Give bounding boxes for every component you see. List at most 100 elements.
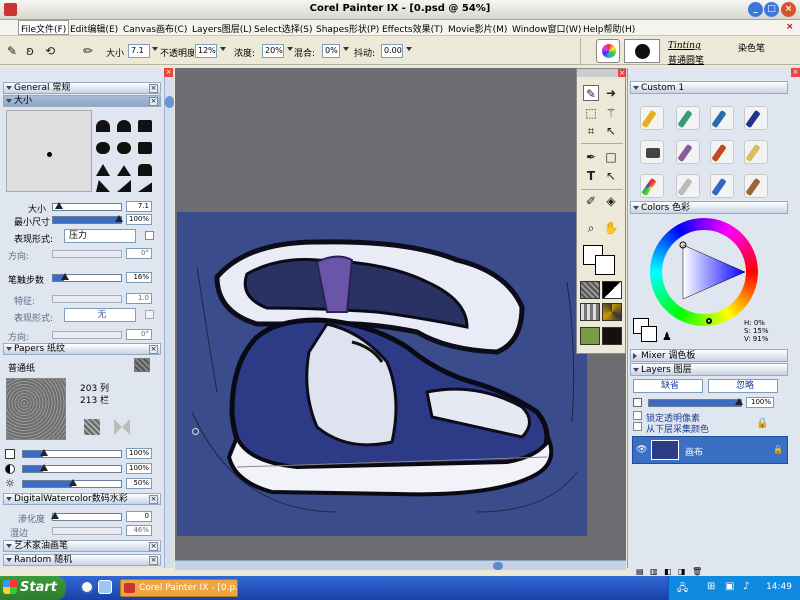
canvas-h-scroll-thumb[interactable]	[493, 562, 503, 570]
composite-method-select[interactable]: 缺省	[633, 379, 703, 393]
layer-dynamic-icon[interactable]: ◨	[678, 567, 686, 576]
wet-fringe-slider[interactable]	[52, 527, 122, 535]
direction2-slider[interactable]	[52, 331, 122, 339]
size-value[interactable]: 7.1	[126, 201, 152, 212]
right-panel-close-icon[interactable]: ×	[791, 68, 800, 77]
pattern-selector-icon[interactable]	[580, 303, 600, 321]
min-size-slider[interactable]	[52, 215, 123, 224]
brush-category-name[interactable]: Tinting	[668, 41, 701, 51]
papers-section-header[interactable]: Papers 纸纹 ×	[3, 343, 161, 355]
artist-oils-section-header[interactable]: 艺术家油画笔 ×	[3, 540, 161, 552]
custom-brush-marker-icon[interactable]	[744, 106, 768, 130]
tray-volume-icon[interactable]: ♪	[743, 581, 749, 592]
digital-watercolor-section-header[interactable]: DigitalWatercolor数码水彩 ×	[3, 493, 161, 505]
menu-window[interactable]: Window窗口(W)	[512, 22, 581, 35]
jitter-input[interactable]: 0.00	[381, 44, 403, 58]
layer-mask-icon[interactable]: ◧	[664, 567, 672, 576]
custom-brush-acrylic-icon[interactable]	[710, 140, 734, 164]
mix-input[interactable]: 0%	[322, 44, 340, 58]
menu-movie[interactable]: Movie影片(M)	[448, 22, 507, 35]
custom-brush-oil-icon[interactable]	[676, 140, 700, 164]
expression2-invert-checkbox[interactable]	[145, 310, 154, 319]
gradient-selector-icon[interactable]	[602, 281, 622, 299]
tray-app-icon[interactable]: ▣	[725, 581, 734, 592]
magnifier-icon[interactable]: ⌕	[583, 220, 599, 236]
tip-shape-6[interactable]	[138, 142, 152, 154]
wet-fringe-value[interactable]: 46%	[126, 525, 152, 536]
paper-scale-value[interactable]: 100%	[126, 448, 152, 459]
left-scrollbar[interactable]	[164, 68, 174, 568]
size-section-header[interactable]: 大小 ×	[3, 95, 161, 107]
tip-shape-2[interactable]	[117, 120, 131, 132]
size-input[interactable]: 7.1	[128, 44, 150, 58]
custom-brush-pastel-icon[interactable]	[676, 174, 700, 198]
additional-color-swatch[interactable]	[595, 255, 615, 275]
look-selector-icon[interactable]	[602, 327, 622, 345]
preserve-transparency-checkbox[interactable]	[633, 411, 642, 420]
menu-file[interactable]: File文件(F)	[18, 20, 70, 35]
tip-shape-8[interactable]	[117, 165, 131, 176]
brush-variant-name[interactable]: 普通圆笔	[668, 53, 704, 66]
dab-type-icon[interactable]: ʚ	[22, 43, 38, 59]
expression2-select[interactable]: 无	[64, 308, 136, 322]
nozzle-selector-icon[interactable]	[580, 327, 600, 345]
custom-brush-camera-icon[interactable]	[640, 140, 664, 164]
tip-shape-9[interactable]	[138, 164, 152, 176]
clone-color-icon[interactable]: ♟	[662, 330, 672, 343]
custom-brush-digital-watercolor-icon[interactable]	[710, 106, 734, 130]
tray-network-icon[interactable]: 🖧	[677, 581, 688, 598]
tip-shape-7[interactable]	[96, 164, 110, 176]
tray-windows-icon[interactable]: ⊞	[707, 581, 715, 592]
concentration-dropdown-icon[interactable]	[287, 47, 293, 51]
colors-palette-header[interactable]: Colors 色彩	[630, 201, 788, 214]
start-button[interactable]: Start	[0, 576, 66, 600]
maximize-button[interactable]: □	[764, 2, 779, 17]
additional-color-chip[interactable]	[641, 326, 657, 342]
grabber-hand-icon[interactable]: ✋	[603, 220, 619, 236]
opacity-dropdown-icon[interactable]	[220, 47, 226, 51]
hue-indicator[interactable]	[706, 318, 712, 324]
direction2-value[interactable]: 0°	[126, 329, 152, 340]
concentration-input[interactable]: 20%	[262, 44, 284, 58]
brush-tool-icon[interactable]: ✎	[583, 85, 599, 101]
minimize-button[interactable]: _	[748, 2, 763, 17]
layer-opacity-slider[interactable]	[648, 398, 743, 407]
brush-category-icon[interactable]	[596, 39, 620, 63]
saturation-value-triangle[interactable]	[650, 218, 758, 326]
diffusion-value[interactable]: 0	[126, 511, 152, 522]
layer-delete-icon[interactable]: 🗑	[692, 567, 702, 576]
jitter-dropdown-icon[interactable]	[406, 47, 412, 51]
tip-shape-4[interactable]	[96, 142, 110, 154]
dropper-icon[interactable]: ✐	[583, 193, 599, 209]
general-section-header[interactable]: General 常规 ×	[3, 82, 161, 94]
make-paper-icon[interactable]	[114, 419, 130, 435]
paper-selector-icon[interactable]	[580, 281, 600, 299]
mix-dropdown-icon[interactable]	[343, 47, 349, 51]
feature-value[interactable]: 1.0	[126, 293, 152, 304]
lock-layer-icon[interactable]: 🔒	[756, 418, 768, 429]
layer-lock-icon[interactable]: 🔒	[773, 445, 783, 454]
custom-brush-ink-icon[interactable]	[744, 174, 768, 198]
close-button[interactable]: ×	[781, 2, 796, 17]
menu-help[interactable]: Help帮助(H)	[583, 22, 635, 35]
stroke-type-icon[interactable]: ⟲	[42, 43, 58, 59]
invert-paper-icon[interactable]	[84, 419, 100, 435]
rect-select-icon[interactable]: ⬚	[583, 105, 599, 121]
pen-icon[interactable]: ✒	[583, 149, 599, 165]
layer-visibility-eye-icon[interactable]: 👁	[636, 445, 647, 455]
layer-group-icon[interactable]: ▥	[650, 567, 658, 576]
text-tool-icon[interactable]: T	[583, 168, 599, 184]
opacity-input[interactable]: 12%	[195, 44, 217, 58]
layer-new-icon[interactable]: ▤	[636, 567, 644, 576]
layers-palette-header[interactable]: Layers 图层	[630, 363, 788, 376]
layer-adjuster-icon[interactable]: ➜	[603, 85, 619, 101]
brush-variant-preview[interactable]	[624, 39, 660, 63]
paper-contrast-slider[interactable]	[22, 464, 122, 473]
random-section-header[interactable]: Random 随机 ×	[3, 554, 161, 566]
paper-library-icon[interactable]	[134, 358, 150, 372]
quicklaunch-desktop-icon[interactable]	[98, 580, 112, 594]
min-size-value[interactable]: 100%	[126, 214, 152, 225]
expression-select[interactable]: 压力	[64, 229, 136, 243]
custom-brush-chalk-icon[interactable]	[744, 140, 768, 164]
tip-shape-3[interactable]	[138, 120, 152, 132]
